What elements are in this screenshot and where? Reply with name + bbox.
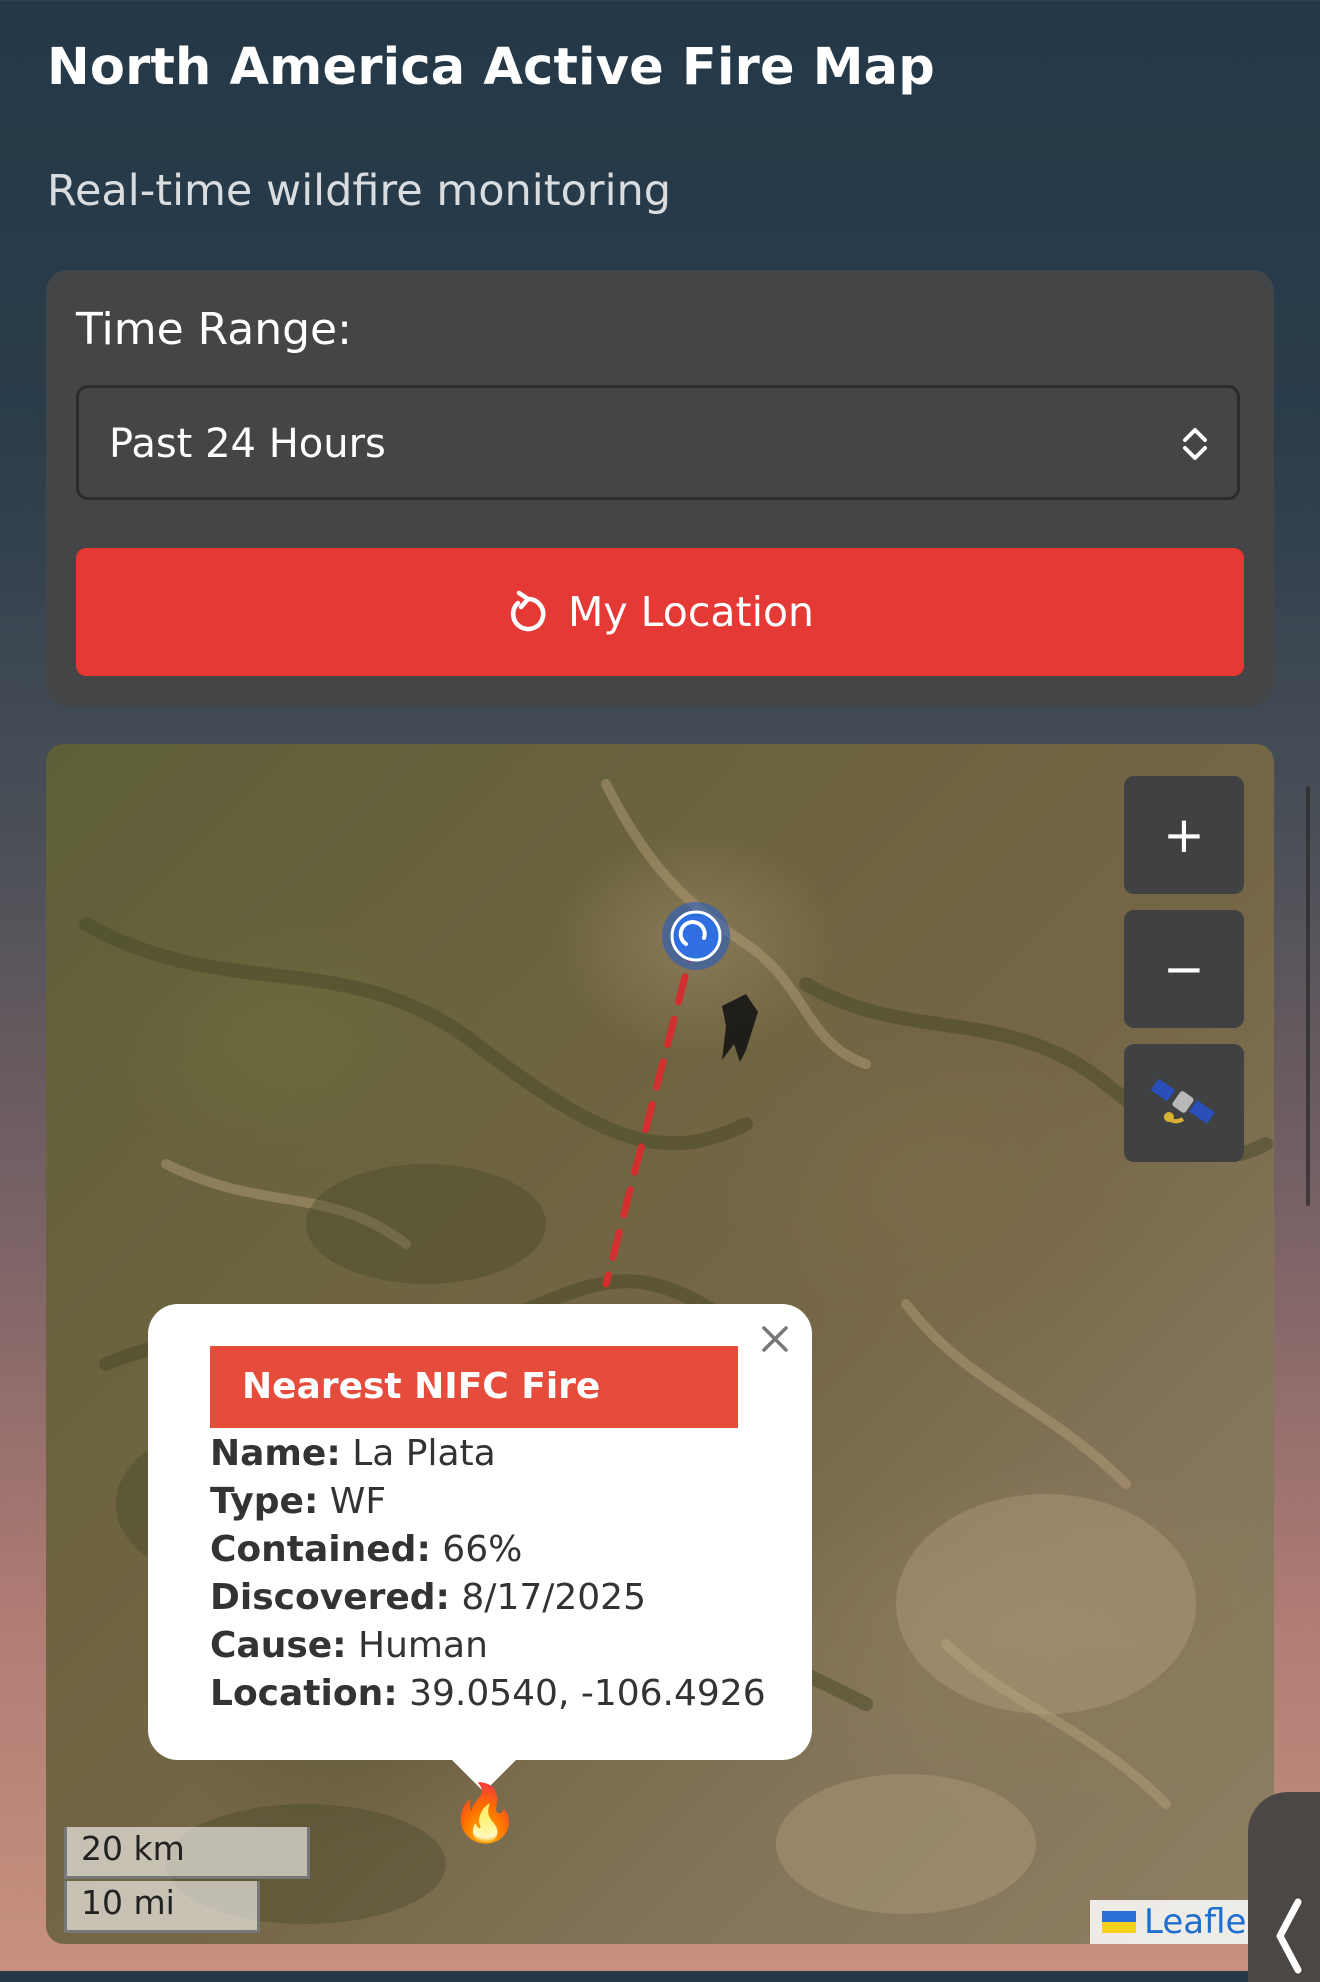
zoom-in-button[interactable]: + (1124, 776, 1244, 894)
fire-icon[interactable]: 🔥 (450, 1786, 520, 1842)
time-range-value: Past 24 Hours (109, 421, 386, 467)
map-attribution[interactable]: Leafle (1090, 1900, 1274, 1944)
fire-info-popup: Nearest NIFC Fire Name: La Plata Type: W… (148, 1304, 812, 1792)
fire-map[interactable]: + − Nearest NIFC Fire Name: La Plata Typ… (46, 744, 1274, 1944)
controls-panel: Time Range: Past 24 Hours My Location (46, 270, 1274, 706)
chevron-updown-icon (1183, 428, 1207, 460)
scale-km: 20 km (64, 1827, 310, 1879)
popup-row-type: Type: WF (210, 1481, 387, 1522)
side-panel-tab[interactable] (1248, 1792, 1320, 1982)
popup-row-cause: Cause: Human (210, 1625, 488, 1666)
popup-row-name: Name: La Plata (210, 1433, 496, 1474)
my-location-label: My Location (567, 588, 815, 636)
refresh-icon (510, 590, 546, 632)
popup-title: Nearest NIFC Fire (210, 1346, 738, 1428)
scale-mi: 10 mi (64, 1881, 260, 1933)
satellite-icon (1151, 1078, 1216, 1125)
scrollbar[interactable] (1306, 786, 1310, 1206)
popup-row-contained: Contained: 66% (210, 1529, 523, 1570)
zoom-in-label: + (1163, 806, 1205, 864)
zoom-out-label: − (1163, 940, 1205, 998)
chevron-left-icon (1276, 1898, 1302, 1974)
user-location-icon[interactable] (662, 902, 730, 970)
attribution-text: Leafle (1144, 1902, 1247, 1942)
zoom-out-button[interactable]: − (1124, 910, 1244, 1028)
popup-details: Name: La Plata Type: WF Contained: 66% D… (210, 1430, 766, 1718)
page-subtitle: Real-time wildfire monitoring (47, 166, 672, 216)
close-icon[interactable] (758, 1322, 792, 1356)
time-range-label: Time Range: (76, 304, 352, 355)
ukraine-flag-icon (1102, 1911, 1136, 1933)
my-location-button[interactable]: My Location (76, 548, 1244, 676)
page-title: North America Active Fire Map (47, 38, 935, 97)
popup-row-location: Location: 39.0540, -106.4926 (210, 1673, 766, 1714)
layer-toggle-button[interactable] (1124, 1044, 1244, 1162)
time-range-select[interactable]: Past 24 Hours (76, 385, 1240, 500)
popup-row-discovered: Discovered: 8/17/2025 (210, 1577, 646, 1618)
